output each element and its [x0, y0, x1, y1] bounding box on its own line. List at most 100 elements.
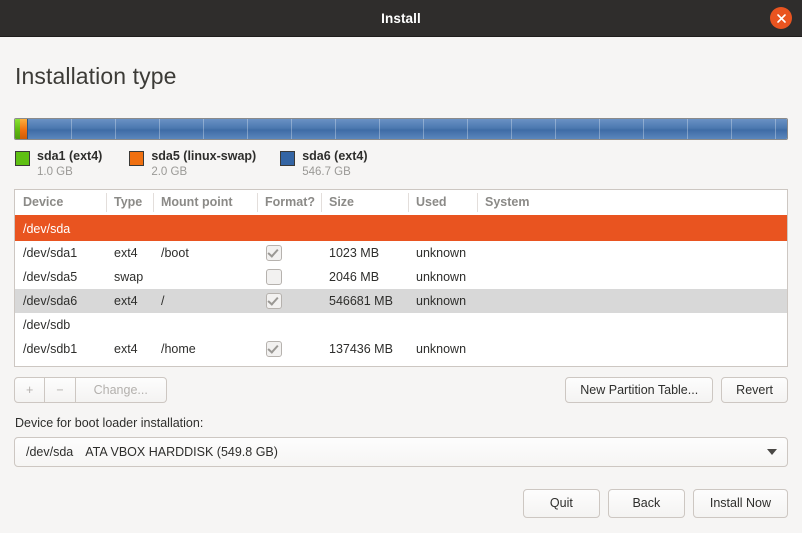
legend-swatch-icon — [129, 151, 144, 166]
partition-segment-sda5 — [20, 119, 27, 139]
cell-mount-point — [153, 216, 257, 241]
table-row[interactable]: /dev/sda1ext4/boot1023 MBunknown — [15, 241, 787, 265]
cell-device: /dev/sda6 — [15, 289, 106, 313]
format-checkbox[interactable] — [266, 341, 282, 357]
table-actions-group: New Partition Table... Revert — [565, 377, 788, 403]
cell-used: unknown — [408, 289, 477, 313]
bootloader-device-select[interactable]: /dev/sda ATA VBOX HARDDISK (549.8 GB) — [14, 437, 788, 467]
partition-edit-group: + − Change... — [14, 377, 167, 403]
cell-system — [477, 216, 787, 241]
format-checkbox[interactable] — [266, 269, 282, 285]
install-now-button[interactable]: Install Now — [693, 489, 788, 518]
cell-size — [321, 216, 408, 241]
cell-system — [477, 313, 787, 337]
window-titlebar: Install — [0, 0, 802, 37]
cell-format — [257, 313, 321, 337]
cell-size: 2046 MB — [321, 265, 408, 289]
cell-device: /dev/sda1 — [15, 241, 106, 265]
cell-device: /dev/sdb — [15, 313, 106, 337]
cell-format[interactable] — [257, 337, 321, 361]
cell-system — [477, 337, 787, 361]
format-checkbox[interactable] — [266, 245, 282, 261]
legend-label: sda6 (ext4) — [302, 149, 367, 164]
column-header-system[interactable]: System — [477, 190, 787, 216]
footer-actions: Quit Back Install Now — [523, 489, 788, 518]
cell-size: 546681 MB — [321, 289, 408, 313]
revert-button[interactable]: Revert — [721, 377, 788, 403]
table-row[interactable]: /dev/sdb — [15, 313, 787, 337]
cell-device: /dev/sdb1 — [15, 337, 106, 361]
legend-label: sda1 (ext4) — [37, 149, 102, 164]
table-row[interactable]: /dev/sda — [15, 216, 787, 241]
legend-swatch-icon — [15, 151, 30, 166]
table-header-row: DeviceTypeMount pointFormat?SizeUsedSyst… — [15, 190, 787, 216]
column-header-device[interactable]: Device — [15, 190, 106, 216]
cell-system — [477, 241, 787, 265]
legend-size: 546.7 GB — [302, 164, 367, 180]
partition-legend: sda1 (ext4)1.0 GB sda5 (linux-swap)2.0 GB… — [14, 149, 788, 180]
partition-table-container[interactable]: DeviceTypeMount pointFormat?SizeUsedSyst… — [14, 189, 788, 367]
chevron-down-icon — [767, 449, 777, 455]
partition-bar-wrapper — [14, 118, 788, 140]
legend-size: 2.0 GB — [151, 164, 256, 180]
cell-device: /dev/sda5 — [15, 265, 106, 289]
cell-type: ext4 — [106, 337, 153, 361]
back-button[interactable]: Back — [608, 489, 685, 518]
column-header-mount-point[interactable]: Mount point — [153, 190, 257, 216]
cell-type: ext4 — [106, 241, 153, 265]
installer-page: Installation type sda1 (ext4)1.0 GB sda5 … — [0, 37, 802, 533]
column-header-format[interactable]: Format? — [257, 190, 321, 216]
bootloader-label: Device for boot loader installation: — [14, 416, 788, 430]
cell-mount-point: /home — [153, 337, 257, 361]
table-row[interactable]: /dev/sda5swap 2046 MBunknown — [15, 265, 787, 289]
change-partition-button[interactable]: Change... — [76, 377, 167, 403]
cell-used: unknown — [408, 337, 477, 361]
bootloader-device-description: ATA VBOX HARDDISK (549.8 GB) — [85, 445, 278, 459]
cell-type — [106, 216, 153, 241]
cell-mount-point — [153, 265, 257, 289]
cell-mount-point: /boot — [153, 241, 257, 265]
cell-mount-point — [153, 313, 257, 337]
cell-type — [106, 313, 153, 337]
add-partition-button[interactable]: + — [14, 377, 45, 403]
cell-used — [408, 216, 477, 241]
legend-item: sda5 (linux-swap)2.0 GB — [129, 149, 256, 180]
partition-table: DeviceTypeMount pointFormat?SizeUsedSyst… — [15, 190, 787, 361]
bootloader-device-value: /dev/sda ATA VBOX HARDDISK (549.8 GB) — [26, 445, 767, 459]
cell-used: unknown — [408, 241, 477, 265]
remove-partition-button[interactable]: − — [45, 377, 75, 403]
table-row[interactable]: /dev/sdb1ext4/home 137436 MBunknown — [15, 337, 787, 361]
cell-device: /dev/sda — [15, 216, 106, 241]
format-checkbox[interactable] — [266, 293, 282, 309]
new-partition-table-button[interactable]: New Partition Table... — [565, 377, 713, 403]
partition-segment-sda6 — [27, 119, 787, 139]
table-row[interactable]: /dev/sda6ext4/ 546681 MBunknown — [15, 289, 787, 313]
legend-item: sda6 (ext4)546.7 GB — [280, 149, 367, 180]
column-header-type[interactable]: Type — [106, 190, 153, 216]
cell-format[interactable] — [257, 289, 321, 313]
legend-swatch-icon — [280, 151, 295, 166]
cell-format[interactable] — [257, 265, 321, 289]
table-body: /dev/sda/dev/sda1ext4/boot1023 MBunknown… — [15, 216, 787, 361]
legend-size: 1.0 GB — [37, 164, 102, 180]
page-title: Installation type — [14, 37, 788, 90]
close-icon[interactable] — [770, 7, 792, 29]
quit-button[interactable]: Quit — [523, 489, 600, 518]
cell-system — [477, 289, 787, 313]
window-title: Install — [381, 11, 421, 26]
partition-toolbar: + − Change... New Partition Table... Rev… — [14, 377, 788, 403]
column-header-used[interactable]: Used — [408, 190, 477, 216]
bootloader-device-name: /dev/sda — [26, 445, 73, 459]
cell-type: swap — [106, 265, 153, 289]
cell-used: unknown — [408, 265, 477, 289]
legend-item: sda1 (ext4)1.0 GB — [15, 149, 102, 180]
cell-size — [321, 313, 408, 337]
cell-format — [257, 216, 321, 241]
partition-usage-bar — [14, 118, 788, 140]
cell-system — [477, 265, 787, 289]
cell-type: ext4 — [106, 289, 153, 313]
cell-size: 137436 MB — [321, 337, 408, 361]
cell-format[interactable] — [257, 241, 321, 265]
cell-mount-point: / — [153, 289, 257, 313]
column-header-size[interactable]: Size — [321, 190, 408, 216]
